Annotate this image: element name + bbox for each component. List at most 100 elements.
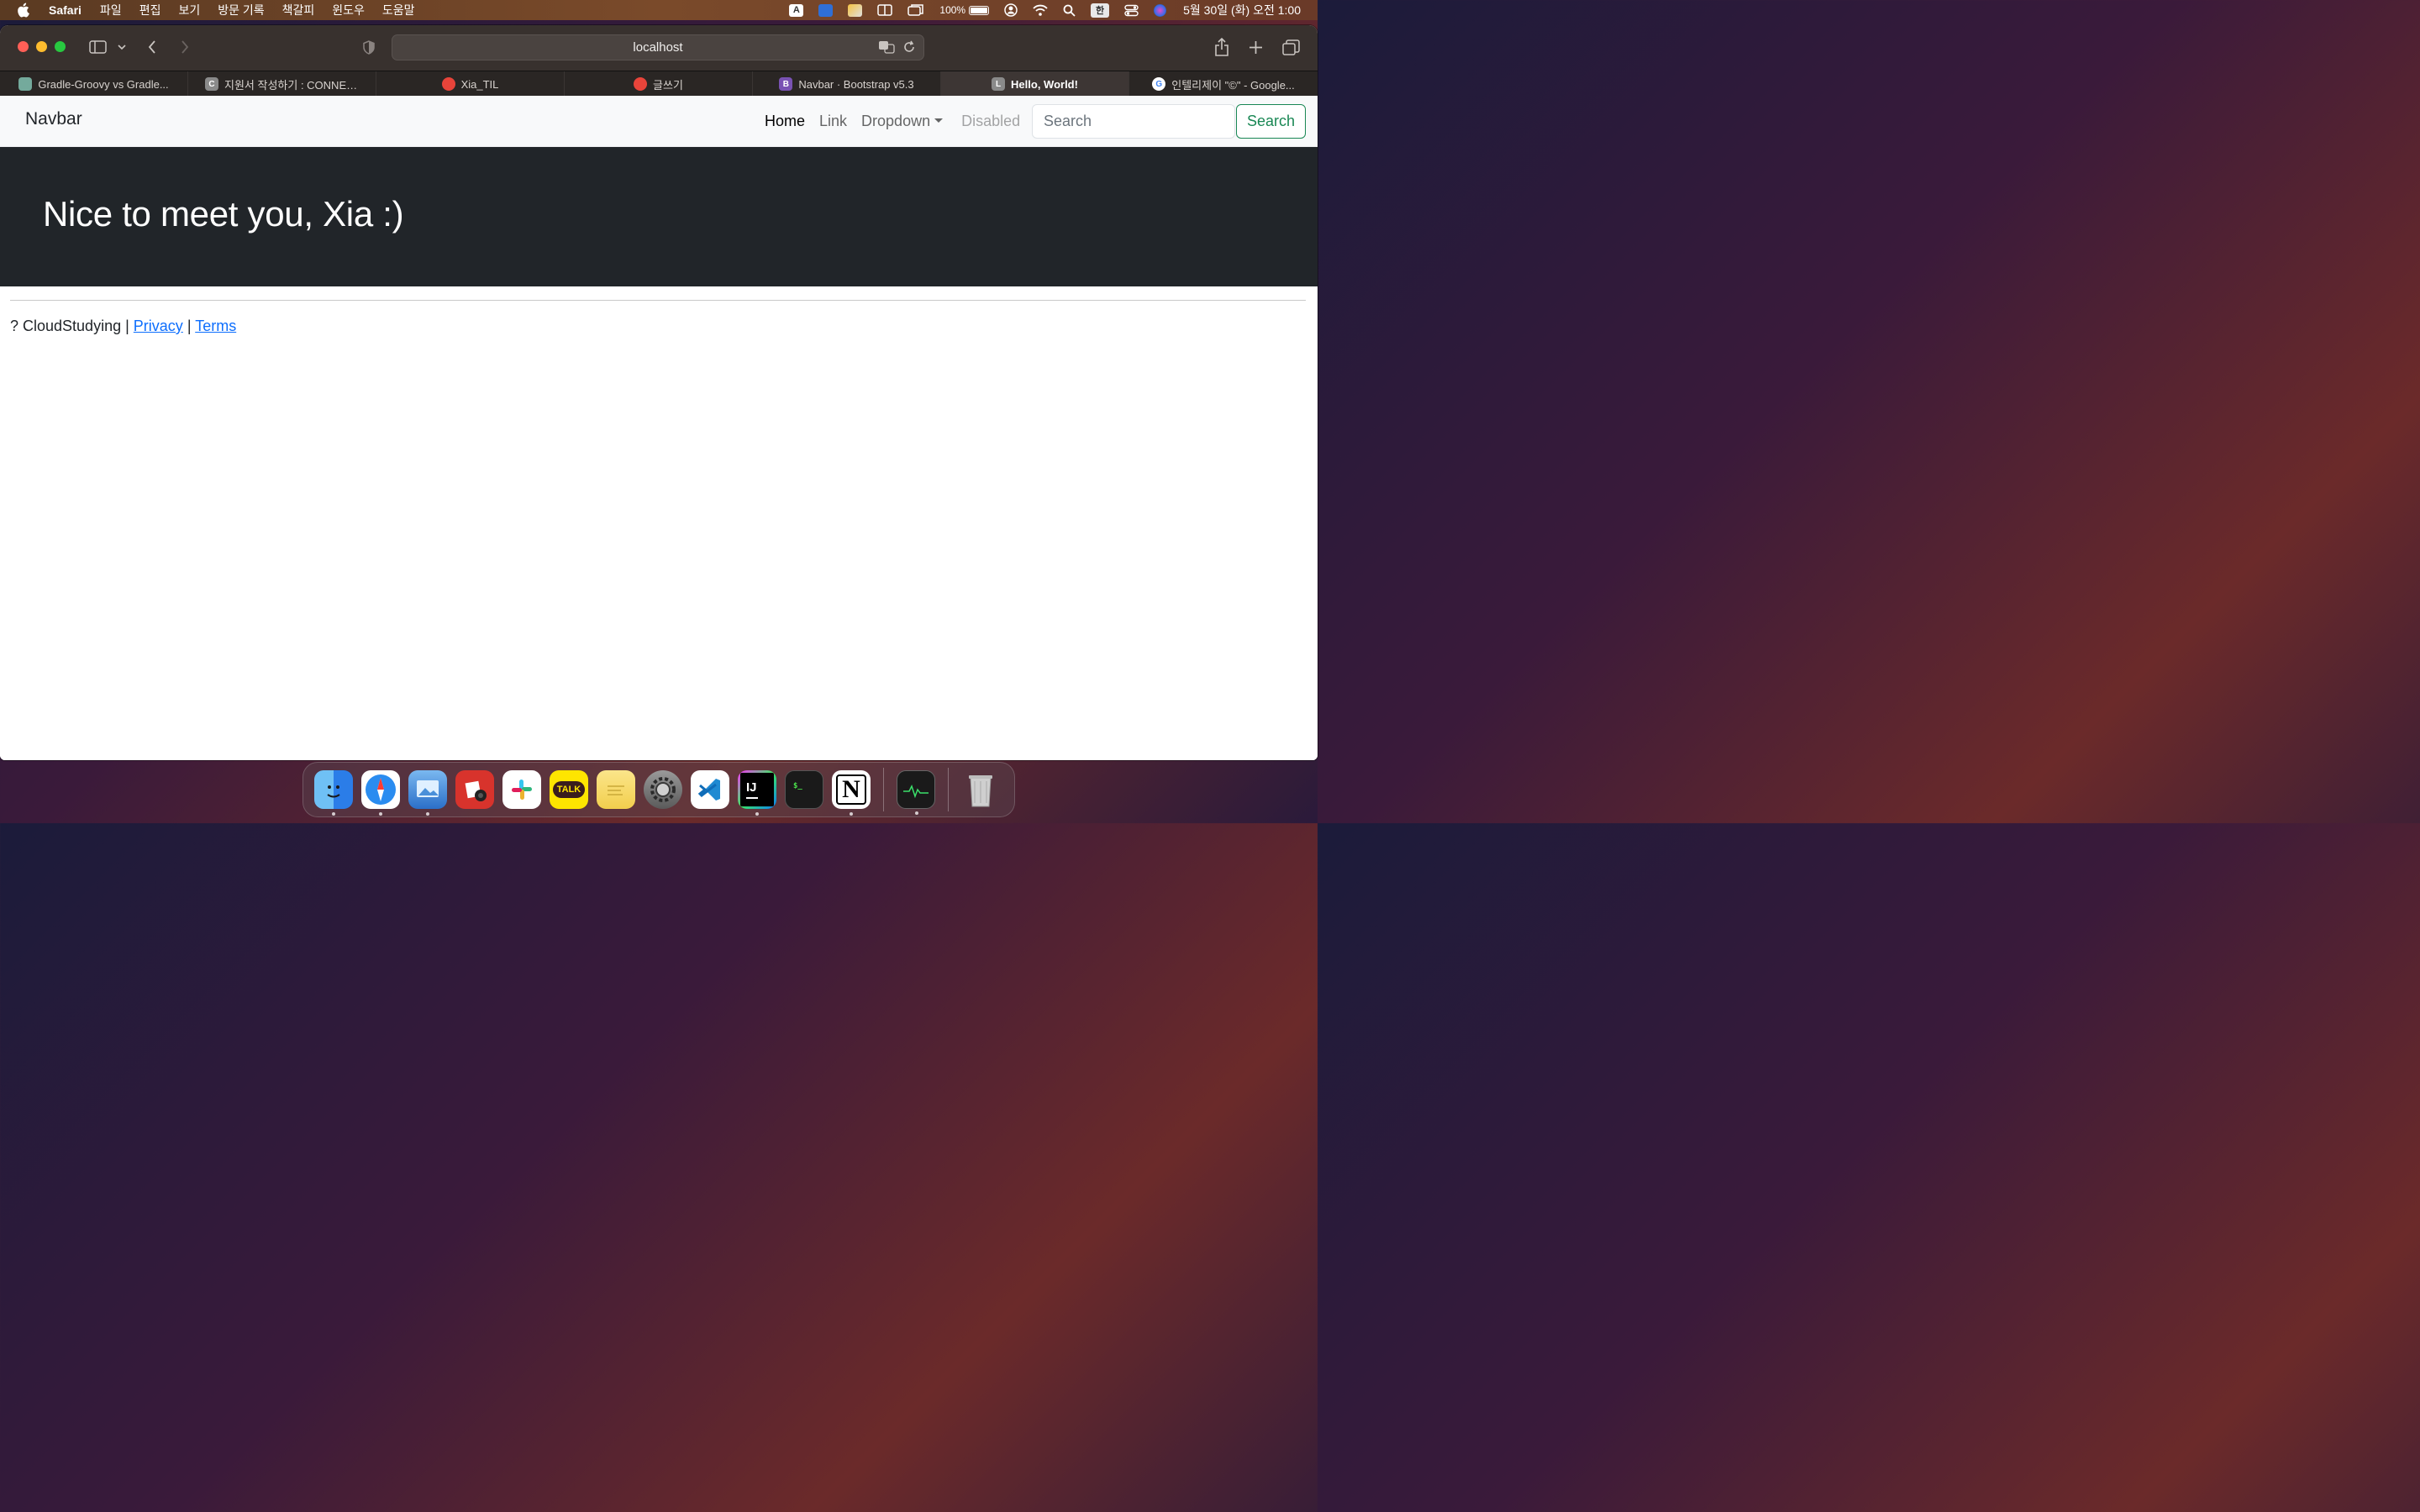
input-method-indicator[interactable]: 한 <box>1091 3 1110 18</box>
menu-window[interactable]: 윈도우 <box>332 2 365 18</box>
tab-label: 글쓰기 <box>653 78 683 92</box>
kakaotalk-icon[interactable]: TALK <box>550 770 588 809</box>
navbar-brand[interactable]: Navbar <box>25 109 82 129</box>
privacy-link[interactable]: Privacy <box>134 318 183 334</box>
menubar-clock[interactable]: 5월 30일 (화) 오전 1:00 <box>1183 2 1301 18</box>
terminal-icon[interactable]: $_ <box>785 770 823 809</box>
forward-arrow-icon[interactable] <box>178 38 192 56</box>
battery-percent: 100% <box>939 4 966 16</box>
back-arrow-icon[interactable] <box>145 38 159 56</box>
preview-icon[interactable] <box>408 770 447 816</box>
privacy-shield-icon[interactable] <box>362 38 376 56</box>
stickies-icon[interactable] <box>597 770 635 809</box>
menu-history[interactable]: 방문 기록 <box>218 2 264 18</box>
battery-indicator[interactable]: 100% <box>939 4 990 16</box>
system-settings-icon[interactable] <box>644 770 682 809</box>
chevron-down-icon[interactable] <box>117 38 127 56</box>
safari-window: localhost Gradle-Groovy vs Gradle... C 지… <box>0 25 1318 760</box>
hero-banner: Nice to meet you, Xia :) <box>0 147 1318 286</box>
photo-booth-icon[interactable] <box>455 770 494 809</box>
connect-favicon-icon: C <box>205 77 218 91</box>
browser-toolbar: localhost <box>0 25 1318 71</box>
svg-text:$_: $_ <box>793 782 802 790</box>
hero-heading: Nice to meet you, Xia :) <box>43 194 404 234</box>
search-button[interactable]: Search <box>1236 104 1306 139</box>
siri-icon[interactable] <box>1154 3 1167 17</box>
macos-dock: TALK IJ $_ N <box>302 762 1015 817</box>
minimize-window-button[interactable] <box>36 41 47 52</box>
running-indicator <box>426 812 429 816</box>
browser-tab[interactable]: C 지원서 작성하기 : CONNEC... <box>188 71 376 97</box>
translate-icon[interactable] <box>878 40 895 54</box>
footer-divider <box>10 300 1306 301</box>
hand-app-icon[interactable] <box>818 3 834 17</box>
nav-dropdown-label: Dropdown <box>861 113 931 129</box>
terms-link[interactable]: Terms <box>195 318 236 334</box>
url-text: localhost <box>633 40 683 55</box>
wifi-icon[interactable] <box>1033 4 1048 16</box>
browser-tab[interactable]: B Navbar · Bootstrap v5.3 <box>753 71 941 97</box>
google-favicon-icon: G <box>1152 77 1166 91</box>
apple-menu-icon[interactable] <box>17 3 30 18</box>
reload-icon[interactable] <box>903 40 915 54</box>
menu-help[interactable]: 도움말 <box>382 2 415 18</box>
fullscreen-window-button[interactable] <box>55 41 66 52</box>
tistory-favicon-icon <box>634 77 648 91</box>
letter-l-favicon-icon: L <box>992 77 1006 91</box>
activity-monitor-icon[interactable] <box>897 770 935 815</box>
browser-tab[interactable]: Xia_TIL <box>376 71 565 97</box>
safari-icon[interactable] <box>361 770 400 816</box>
bootstrap-favicon-icon: B <box>779 77 793 91</box>
battery-icon <box>969 5 990 15</box>
nav-dropdown[interactable]: Dropdown <box>861 113 944 130</box>
intellij-label: IJ <box>746 780 757 795</box>
menu-file[interactable]: 파일 <box>100 2 122 18</box>
browser-tab[interactable]: G 인텔리제이 "©" - Google... <box>1129 71 1318 97</box>
tab-label: Xia_TIL <box>460 77 499 91</box>
tab-label: Navbar · Bootstrap v5.3 <box>798 77 914 91</box>
browser-tab[interactable]: Gradle-Groovy vs Gradle... <box>0 71 188 97</box>
sidebar-toggle-icon[interactable] <box>88 38 107 56</box>
running-indicator <box>332 812 335 816</box>
intellij-icon[interactable]: IJ <box>738 770 776 816</box>
slack-icon[interactable] <box>502 770 541 809</box>
menubar-app-name[interactable]: Safari <box>49 3 82 17</box>
browser-tab[interactable]: 글쓰기 <box>565 71 753 97</box>
spotlight-search-icon[interactable] <box>1063 4 1076 17</box>
caret-down-icon <box>934 118 944 123</box>
bootstrap-navbar: Navbar Home Link Dropdown Disabled Searc… <box>0 96 1318 147</box>
close-window-button[interactable] <box>18 41 29 52</box>
running-indicator <box>915 811 918 815</box>
nav-link-disabled: Disabled <box>961 113 1021 129</box>
menu-view[interactable]: 보기 <box>178 2 200 18</box>
control-center-icon[interactable] <box>1124 4 1139 17</box>
trash-icon[interactable] <box>961 770 1000 809</box>
running-indicator <box>379 812 382 816</box>
share-icon[interactable] <box>1213 38 1230 56</box>
nav-link-link[interactable]: Link <box>819 113 847 130</box>
tab-bar: Gradle-Groovy vs Gradle... C 지원서 작성하기 : … <box>0 71 1318 97</box>
menu-bookmarks[interactable]: 책갈피 <box>282 2 315 18</box>
footer-separator: | <box>187 318 192 334</box>
tab-label: 인텔리제이 "©" - Google... <box>1171 78 1295 92</box>
address-bar[interactable]: localhost <box>392 34 924 60</box>
browser-tab-active[interactable]: L Hello, World! <box>941 71 1129 97</box>
screen-share-icon[interactable] <box>848 3 863 17</box>
nav-link-home[interactable]: Home <box>765 113 805 130</box>
macos-menubar: Safari 파일 편집 보기 방문 기록 책갈피 윈도우 도움말 A 100%… <box>0 0 1318 20</box>
window-stack-icon[interactable] <box>908 3 924 17</box>
tab-overview-icon[interactable] <box>1281 38 1300 56</box>
new-tab-plus-icon[interactable] <box>1248 38 1263 56</box>
search-input[interactable] <box>1032 104 1235 139</box>
vscode-icon[interactable] <box>691 770 729 809</box>
chatgpt-favicon-icon <box>18 77 33 91</box>
text-input-status-icon[interactable]: A <box>789 3 804 17</box>
split-view-icon[interactable] <box>877 3 893 17</box>
dock-separator <box>883 768 884 811</box>
user-account-icon[interactable] <box>1004 3 1018 17</box>
footer: ? CloudStudying | Privacy | Terms <box>10 318 236 335</box>
finder-icon[interactable] <box>314 770 353 816</box>
input-method-label: 한 <box>1091 3 1110 18</box>
notion-icon[interactable]: N <box>832 770 871 816</box>
menu-edit[interactable]: 편집 <box>139 2 161 18</box>
